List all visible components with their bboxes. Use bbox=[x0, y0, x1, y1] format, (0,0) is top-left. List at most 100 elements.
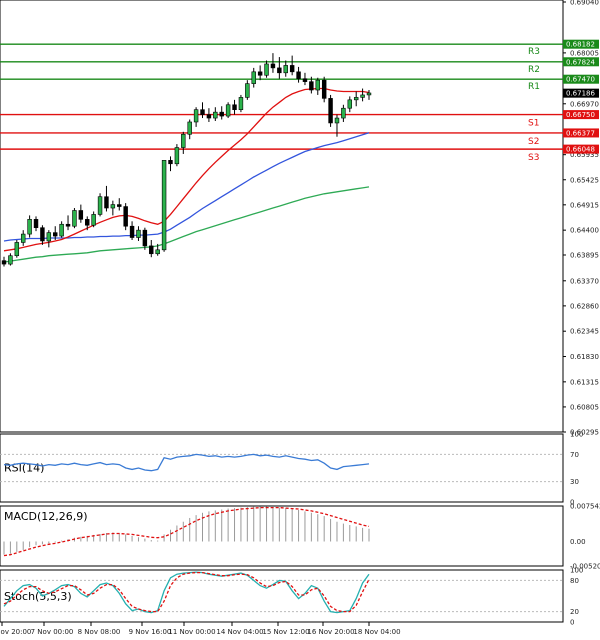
candle-body bbox=[328, 98, 333, 124]
candle-body bbox=[289, 65, 295, 73]
candle-body bbox=[257, 71, 263, 76]
rsi-tick-label: 100 bbox=[570, 431, 583, 439]
candle-body bbox=[20, 233, 26, 243]
stoch-panel: 100 80 20 0 Stoch(5,5,3) bbox=[0, 567, 583, 627]
candle-body bbox=[347, 99, 353, 109]
candle-body bbox=[213, 111, 218, 119]
candle-body bbox=[14, 242, 20, 257]
candle-body bbox=[341, 107, 346, 119]
candle-body bbox=[123, 206, 128, 227]
level-name-r1: R1 bbox=[528, 82, 540, 92]
level-name-s1: S1 bbox=[528, 119, 539, 129]
candle-body bbox=[161, 160, 167, 251]
candle-body bbox=[302, 78, 308, 82]
x-tick-label: 11 Nov 00:00 bbox=[168, 628, 215, 636]
level-price-label-r3: 0.68182 bbox=[566, 41, 595, 49]
candle-body bbox=[85, 219, 90, 226]
candle-body bbox=[187, 121, 192, 135]
candle-body bbox=[360, 94, 365, 98]
y-tick-label: 0.69040 bbox=[570, 0, 599, 7]
candle-body bbox=[334, 117, 340, 124]
y-tick-label: 0.64915 bbox=[570, 201, 599, 209]
candle-body bbox=[53, 232, 58, 237]
candle-body bbox=[8, 255, 13, 265]
candle-body bbox=[155, 249, 160, 255]
level-name-r3: R3 bbox=[528, 47, 540, 57]
candle-body bbox=[193, 109, 199, 123]
candle-body bbox=[40, 227, 45, 242]
candle-body bbox=[168, 160, 173, 165]
candle-body bbox=[136, 229, 141, 238]
macd-title: MACD(12,26,9) bbox=[4, 510, 88, 523]
candle-body bbox=[232, 104, 237, 110]
candle-body bbox=[174, 147, 180, 165]
y-tick-label: 0.63895 bbox=[570, 251, 599, 259]
x-tick-label: 14 Nov 04:00 bbox=[216, 628, 263, 636]
candle-body bbox=[27, 219, 32, 235]
x-tick-label: 18 Nov 04:00 bbox=[353, 628, 400, 636]
stoch-tick-label: 0 bbox=[570, 619, 574, 627]
macd-panel: 0.0075420.00-0.005207MACD(12,26,9) bbox=[0, 503, 600, 571]
rsi-tick-label: 30 bbox=[570, 478, 579, 486]
candle-body bbox=[78, 210, 84, 220]
x-tick-label: 16 Nov 20:00 bbox=[307, 628, 354, 636]
level-price-label-s1: 0.66750 bbox=[566, 111, 595, 119]
main-price-panel: 0.690400.680050.669700.659350.654250.649… bbox=[0, 0, 599, 437]
candle-body bbox=[264, 63, 269, 76]
candle-body bbox=[251, 71, 256, 84]
level-price-label-s2: 0.66377 bbox=[566, 129, 595, 137]
candle-body bbox=[219, 111, 224, 117]
candle-body bbox=[104, 196, 109, 209]
candle-body bbox=[181, 133, 186, 148]
candle-body bbox=[65, 223, 71, 227]
chart-canvas: 0.690400.680050.669700.659350.654250.649… bbox=[0, 0, 600, 636]
candle-body bbox=[142, 229, 148, 247]
stoch-tick-label: 80 bbox=[570, 577, 579, 585]
candle-body bbox=[277, 67, 282, 74]
candle-body bbox=[91, 214, 96, 226]
x-axis: 6 Nov 20:007 Nov 00:00 8 Nov 08:00 9 Nov 1… bbox=[0, 622, 401, 636]
candle-body bbox=[245, 83, 250, 98]
candle-body bbox=[1, 260, 7, 265]
y-tick-label: 0.60805 bbox=[570, 403, 599, 411]
y-tick-label: 0.62860 bbox=[570, 302, 599, 310]
candle-body bbox=[149, 245, 154, 255]
current-price-label: 0.67186 bbox=[566, 90, 595, 98]
x-tick-label: 9 Nov 16:00 bbox=[129, 628, 172, 636]
level-name-r2: R2 bbox=[528, 65, 540, 75]
candle-body bbox=[33, 219, 39, 228]
candle-body bbox=[296, 71, 301, 80]
x-tick-label: 6 Nov 20:00 bbox=[0, 628, 31, 636]
candle-body bbox=[206, 114, 212, 119]
level-price-label-r2: 0.67824 bbox=[566, 58, 595, 66]
candle-body bbox=[129, 225, 135, 238]
y-tick-label: 0.61315 bbox=[570, 378, 599, 386]
candle-body bbox=[59, 223, 64, 237]
level-price-label-r1: 0.67470 bbox=[566, 76, 595, 84]
candle-body bbox=[110, 204, 116, 209]
y-tick-label: 0.64400 bbox=[570, 227, 599, 235]
candle-body bbox=[117, 204, 122, 207]
stoch-tick-label: 20 bbox=[570, 608, 579, 616]
candle-body bbox=[366, 92, 372, 96]
candle-body bbox=[72, 210, 77, 227]
candle-body bbox=[315, 79, 320, 91]
candle-body bbox=[46, 232, 52, 242]
candle-body bbox=[309, 81, 314, 91]
y-tick-label: 0.65425 bbox=[570, 176, 599, 184]
macd-tick-label: 0.007542 bbox=[570, 503, 600, 511]
candle-body bbox=[238, 97, 244, 110]
candle-body bbox=[270, 63, 276, 69]
candle-body bbox=[353, 97, 359, 101]
y-tick-label: 0.66970 bbox=[570, 100, 599, 108]
macd-tick-label: 0.00 bbox=[570, 538, 586, 546]
x-tick-label: 7 Nov 00:00 bbox=[31, 628, 74, 636]
candle-body bbox=[225, 104, 231, 117]
level-name-s3: S3 bbox=[528, 153, 539, 163]
y-tick-label: 0.62345 bbox=[570, 328, 599, 336]
main-plot-frame bbox=[0, 0, 564, 433]
y-tick-label: 0.68005 bbox=[570, 49, 599, 57]
rsi-frame bbox=[0, 433, 564, 503]
y-tick-label: 0.61830 bbox=[570, 353, 599, 361]
rsi-tick-label: 70 bbox=[570, 451, 579, 459]
